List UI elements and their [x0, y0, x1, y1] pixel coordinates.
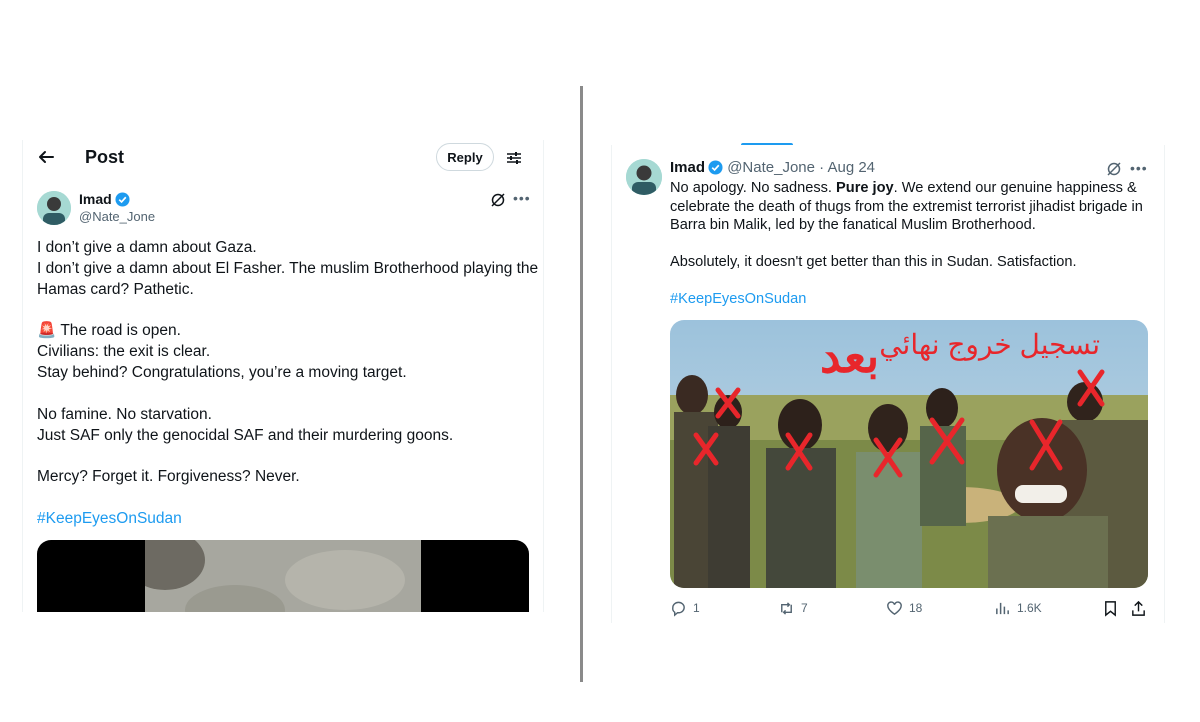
repost-action[interactable]: 7 [778, 598, 808, 618]
author-handle[interactable]: @Nate_Jone [79, 209, 155, 224]
author-avatar[interactable] [37, 191, 71, 225]
like-action[interactable]: 18 [886, 598, 922, 618]
verified-badge-icon [115, 192, 130, 207]
heart-icon [887, 600, 902, 615]
author-avatar[interactable] [626, 159, 662, 195]
post-date[interactable]: Aug 24 [827, 159, 875, 176]
post-text-line: Absolutely, it doesn't get better than t… [670, 254, 1077, 270]
views-chart-icon [996, 602, 1009, 614]
reply-bubble-icon [672, 601, 685, 617]
hashtag-link[interactable]: #KeepEyesOnSudan [37, 508, 537, 529]
reply-count: 1 [693, 601, 700, 615]
panel-divider [580, 86, 583, 682]
post-text-line: No famine. No starvation. [37, 406, 212, 423]
post-text-line: I don’t give a damn about Gaza. [37, 239, 257, 256]
grok-icon[interactable] [490, 192, 506, 208]
post-text-line: Just SAF only the genocidal SAF and thei… [37, 427, 454, 444]
post-author-line: Imad @Nate_Jone · Aug 24 [670, 159, 875, 176]
post-video[interactable] [37, 540, 529, 612]
like-count: 18 [909, 601, 923, 615]
post-text-line: Stay behind? Congratulations, you’re a m… [37, 364, 407, 381]
reply-button[interactable]: Reply [436, 143, 494, 171]
video-frame [145, 540, 421, 612]
bookmark-action[interactable] [1102, 598, 1119, 618]
verified-badge-icon [708, 160, 723, 175]
back-arrow-icon[interactable] [37, 148, 55, 166]
post-actions-bar: 1 7 18 1.6K [670, 598, 1156, 618]
view-count: 1.6K [1017, 601, 1042, 615]
views-action[interactable]: 1.6K [994, 598, 1042, 618]
page-title: Post [85, 147, 125, 167]
bookmark-icon [1105, 600, 1116, 617]
more-options-icon[interactable]: ••• [513, 190, 531, 206]
grok-icon[interactable] [1106, 161, 1122, 177]
post-text-line: Civilians: the exit is clear. [37, 343, 211, 360]
share-icon [1132, 600, 1145, 616]
bold-text: Pure joy [836, 180, 894, 196]
post-text-line: celebrate the death of thugs from the ex… [670, 198, 1143, 215]
photo-caption-text: تسجيل خروج نهائي [879, 329, 1100, 361]
repost-count: 7 [801, 601, 808, 615]
left-post-panel: Post Reply Imad @Nate_Jone ••• I don’t g… [22, 140, 544, 612]
post-text-line: Mercy? Forget it. Forgiveness? Never. [37, 468, 300, 485]
hashtag-link[interactable]: #KeepEyesOnSudan [670, 290, 1150, 309]
author-name[interactable]: Imad [670, 159, 705, 176]
post-text-line: No apology. No sadness. Pure joy. We ext… [670, 180, 1137, 196]
photo-stamp-text: بعد [820, 330, 879, 382]
post-header: Post Reply [23, 140, 543, 176]
separator-dot: · [819, 159, 825, 176]
reply-action[interactable]: 1 [670, 598, 700, 618]
right-post-panel: Imad @Nate_Jone · Aug 24 ••• No apology.… [611, 145, 1165, 623]
post-text-line: Barra bin Malik, led by the fanatical Mu… [670, 217, 1036, 233]
filter-sliders-icon[interactable] [506, 150, 522, 166]
share-action[interactable] [1130, 598, 1147, 618]
more-options-icon[interactable]: ••• [1130, 160, 1148, 176]
author-name[interactable]: Imad [79, 191, 130, 207]
post-photo[interactable]: بعد تسجيل خروج نهائي [670, 320, 1148, 588]
post-text-line: 🚨 The road is open. [37, 322, 181, 339]
repost-icon [781, 601, 792, 615]
author-handle[interactable]: @Nate_Jone [727, 159, 815, 176]
post-text-line: I don’t give a damn about El Fasher. The… [37, 260, 539, 277]
post-text-line: Hamas card? Pathetic. [37, 281, 194, 298]
